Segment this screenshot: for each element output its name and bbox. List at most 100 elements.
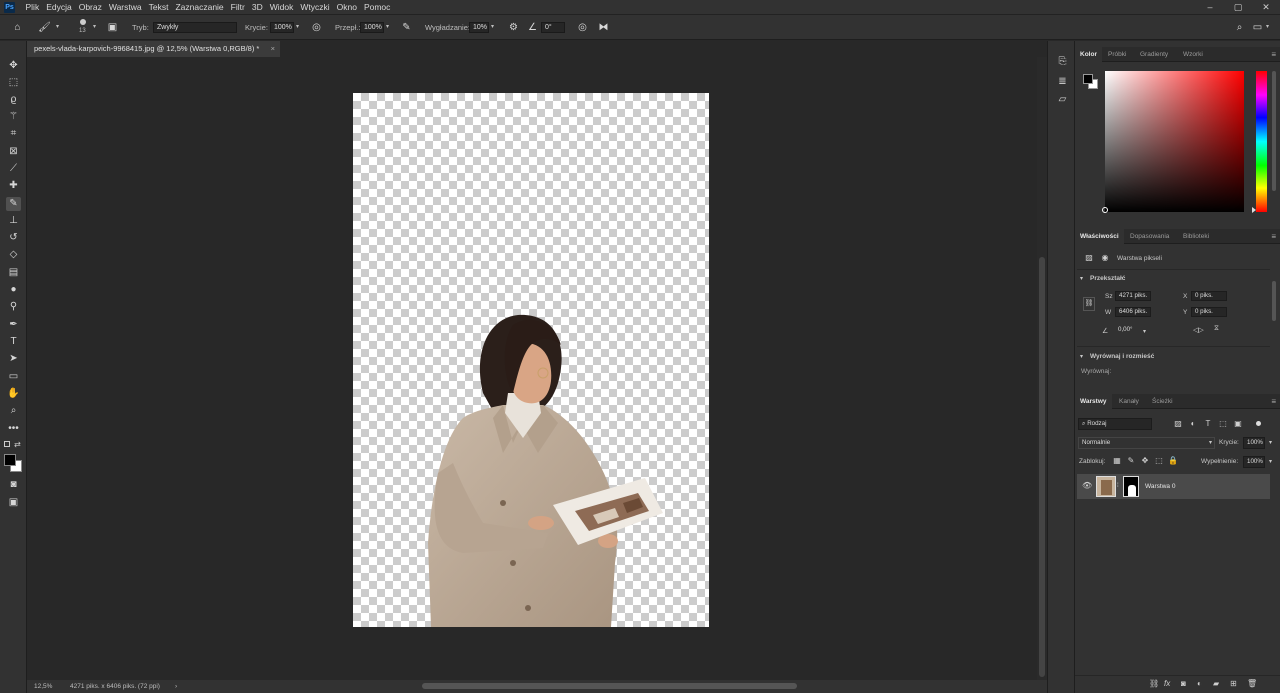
lock-transparent-icon[interactable]: ▦ xyxy=(1112,456,1122,466)
link-layers-icon[interactable]: ⛓ xyxy=(1149,679,1159,688)
flip-horizontal-icon[interactable]: ◁▷ xyxy=(1193,326,1204,334)
tab-color[interactable]: Kolor xyxy=(1075,47,1102,62)
filter-adjustment-icon[interactable]: ◐ xyxy=(1188,419,1198,429)
tab-libraries[interactable]: Biblioteki xyxy=(1178,229,1214,244)
close-tab-icon[interactable]: × xyxy=(271,41,275,57)
layer-opacity-input[interactable]: 100% xyxy=(1243,437,1265,449)
status-menu-arrow[interactable]: › xyxy=(175,680,177,693)
hue-slider-handle[interactable] xyxy=(1252,207,1256,213)
chevron-down-icon[interactable]: ▾ xyxy=(386,15,389,40)
filter-smart-object-icon[interactable]: ▣ xyxy=(1233,419,1243,429)
lasso-tool-icon[interactable]: ϱ xyxy=(6,93,21,107)
panel-menu-icon[interactable]: ≡ xyxy=(1271,229,1276,244)
brush-preset-icon[interactable]: 🖌 xyxy=(38,21,51,34)
quick-mask-icon[interactable]: ◙ xyxy=(6,478,21,492)
link-dimensions-icon[interactable]: ⛓ xyxy=(1083,297,1095,311)
frame-tool-icon[interactable]: ⊠ xyxy=(6,145,21,159)
chevron-down-icon[interactable]: ▾ xyxy=(491,15,494,40)
comments-icon[interactable]: ▱ xyxy=(1055,93,1070,107)
tab-paths[interactable]: Ścieżki xyxy=(1147,394,1178,409)
chevron-down-icon[interactable]: ▾ xyxy=(93,15,96,40)
chevron-down-icon[interactable]: ▾ xyxy=(1269,439,1272,446)
history-brush-tool-icon[interactable]: ↺ xyxy=(6,231,21,245)
maximize-button[interactable]: ▢ xyxy=(1224,0,1252,15)
fill-input[interactable]: 100% xyxy=(1243,456,1265,468)
brush-tool-icon[interactable]: ✎ xyxy=(6,197,21,211)
menu-filter[interactable]: Filtr xyxy=(227,0,248,15)
menu-plugins[interactable]: Wtyczki xyxy=(297,0,333,15)
chevron-down-icon[interactable]: ▾ xyxy=(1266,15,1269,40)
angle-input[interactable]: 0,00° xyxy=(1115,326,1143,336)
tab-patterns[interactable]: Wzorki xyxy=(1178,47,1208,62)
document-canvas[interactable] xyxy=(353,93,709,627)
y-input[interactable]: 0 piks. xyxy=(1191,307,1227,317)
menu-image[interactable]: Obraz xyxy=(75,0,105,15)
flip-vertical-icon[interactable]: ⧖ xyxy=(1214,325,1219,333)
screen-mode-icon[interactable]: ▣ xyxy=(6,496,21,510)
chevron-down-icon[interactable]: ▾ xyxy=(1209,439,1212,446)
tab-properties[interactable]: Właściwości xyxy=(1075,229,1124,244)
angle-input[interactable]: 0° xyxy=(541,22,565,33)
mask-icon[interactable]: ◉ xyxy=(1100,253,1110,263)
layer-mask-thumbnail[interactable] xyxy=(1123,476,1139,497)
width-input[interactable]: 4271 piks. xyxy=(1115,291,1151,301)
lock-position-icon[interactable]: ✥ xyxy=(1140,456,1150,466)
eye-icon[interactable]: 👁 xyxy=(1082,481,1092,491)
tab-layers[interactable]: Warstwy xyxy=(1075,394,1112,409)
default-colors-icon[interactable] xyxy=(4,441,10,447)
add-mask-icon[interactable]: ◙ xyxy=(1181,679,1186,688)
vertical-scroll-thumb[interactable] xyxy=(1039,257,1045,677)
vertical-scrollbar[interactable] xyxy=(1037,57,1047,680)
menu-file[interactable]: Plik xyxy=(22,0,43,15)
chevron-down-icon[interactable]: ▾ xyxy=(1143,328,1146,335)
hand-tool-icon[interactable]: ✋ xyxy=(6,387,21,401)
menu-edit[interactable]: Edycja xyxy=(43,0,76,15)
transform-heading[interactable]: Przekształć xyxy=(1090,275,1125,282)
menu-view[interactable]: Widok xyxy=(266,0,297,15)
menu-type[interactable]: Tekst xyxy=(145,0,172,15)
type-tool-icon[interactable]: T xyxy=(6,335,21,349)
marquee-tool-icon[interactable]: ⬚ xyxy=(6,76,21,90)
x-input[interactable]: 0 piks. xyxy=(1191,291,1227,301)
dodge-tool-icon[interactable]: ⚲ xyxy=(6,300,21,314)
magic-wand-tool-icon[interactable]: ⚚ xyxy=(6,110,21,124)
history-panel-icon[interactable]: ⎘ xyxy=(1055,55,1070,69)
pressure-opacity-icon[interactable]: ◎ xyxy=(310,21,323,34)
adjustment-layer-icon[interactable]: ◐ xyxy=(1197,679,1202,688)
foreground-color-swatch[interactable] xyxy=(4,454,16,466)
color-panel-scrollbar[interactable] xyxy=(1272,71,1276,191)
gradient-tool-icon[interactable]: ▤ xyxy=(6,266,21,280)
zoom-level[interactable]: 12,5% xyxy=(34,680,52,693)
tab-swatches[interactable]: Próbki xyxy=(1103,47,1131,62)
symmetry-icon[interactable]: ⧓ xyxy=(597,21,610,34)
filter-pixel-icon[interactable]: ▨ xyxy=(1173,419,1183,429)
opacity-input[interactable]: 100% xyxy=(270,22,294,33)
new-group-icon[interactable]: ▰ xyxy=(1213,679,1219,688)
pressure-size-icon[interactable]: ◎ xyxy=(576,21,589,34)
panel-menu-icon[interactable]: ≡ xyxy=(1271,394,1276,409)
menu-3d[interactable]: 3D xyxy=(248,0,266,15)
menu-help[interactable]: Pomoc xyxy=(360,0,393,15)
horizontal-scroll-thumb[interactable] xyxy=(422,683,797,689)
blend-mode-select[interactable]: Normalnie xyxy=(1078,437,1215,449)
close-button[interactable]: ✕ xyxy=(1252,0,1280,15)
blur-tool-icon[interactable]: ● xyxy=(6,283,21,297)
lock-artboard-icon[interactable]: ⬚ xyxy=(1154,456,1164,466)
layer-row[interactable]: 👁 ⁞ Warstwa 0 xyxy=(1077,474,1270,499)
lock-all-icon[interactable]: 🔒 xyxy=(1168,456,1178,466)
chevron-down-icon[interactable]: ▾ xyxy=(56,15,59,40)
flow-input[interactable]: 100% xyxy=(360,22,384,33)
mode-select[interactable]: Zwykły xyxy=(153,22,237,33)
home-icon[interactable]: ⌂ xyxy=(11,21,24,34)
height-input[interactable]: 6406 piks. xyxy=(1115,307,1151,317)
tab-channels[interactable]: Kanały xyxy=(1114,394,1144,409)
menu-layer[interactable]: Warstwa xyxy=(105,0,145,15)
layer-name[interactable]: Warstwa 0 xyxy=(1145,483,1175,490)
new-layer-icon[interactable]: ⊞ xyxy=(1230,679,1237,688)
hue-slider[interactable] xyxy=(1252,71,1267,213)
chevron-down-icon[interactable]: ▾ xyxy=(296,15,299,40)
clone-stamp-tool-icon[interactable]: ⊥ xyxy=(6,214,21,228)
swap-colors-icon[interactable]: ⇄ xyxy=(14,440,21,449)
menu-window[interactable]: Okno xyxy=(333,0,360,15)
fx-icon[interactable]: fx xyxy=(1164,679,1170,688)
